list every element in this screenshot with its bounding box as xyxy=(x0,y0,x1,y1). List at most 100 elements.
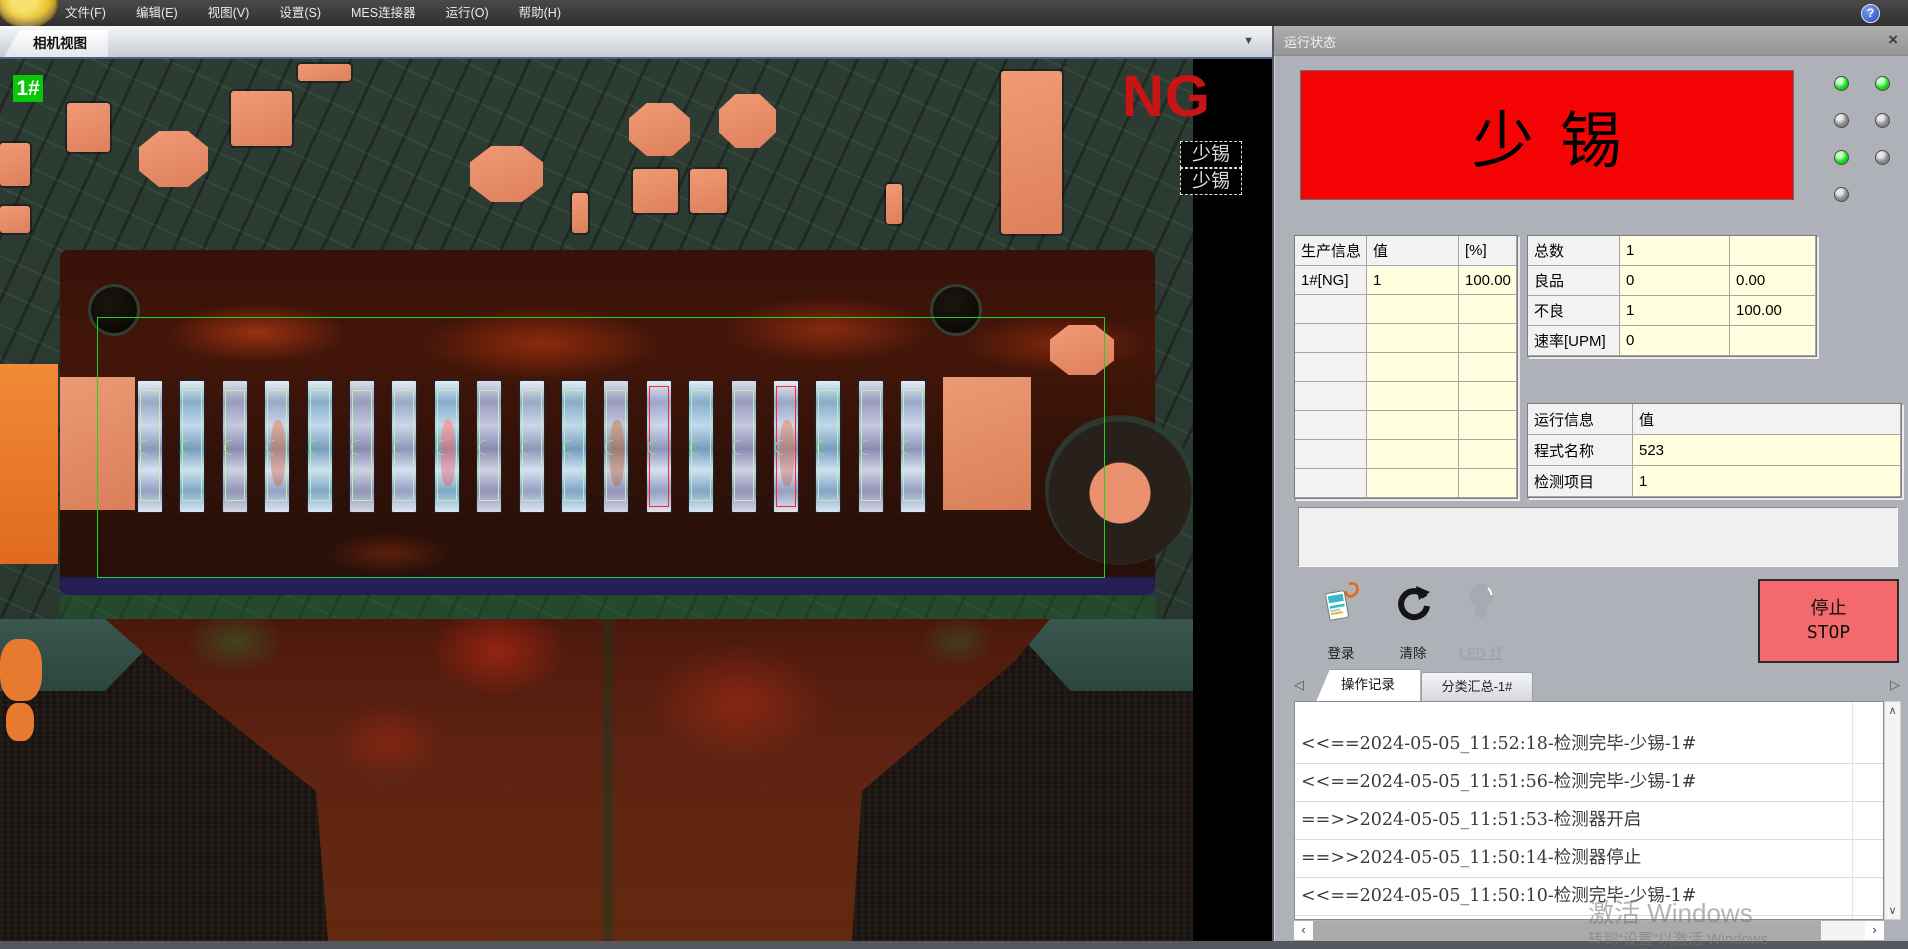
table-cell xyxy=(1295,353,1367,382)
tab-operation-log[interactable]: 操作记录 xyxy=(1316,669,1420,702)
tab-next-icon[interactable]: ▷ xyxy=(1890,677,1900,693)
table-cell xyxy=(1367,382,1459,411)
table-row: 生产信息值[%] xyxy=(1295,236,1517,266)
clear-button[interactable]: 清除 xyxy=(1382,580,1444,662)
log-entry[interactable]: ==>>2024-05-05_11:50:14-检测器停止 xyxy=(1295,840,1883,878)
log-entry[interactable]: ==>>2024-05-05_11:51:53-检测器开启 xyxy=(1295,802,1883,840)
panel-titlebar: 运行状态 × xyxy=(1274,26,1908,56)
tab-prev-icon[interactable]: ◁ xyxy=(1294,677,1304,693)
log-tabstrip: ◁ 操作记录 分类汇总-1# ▷ xyxy=(1290,669,1904,701)
table-cell: [%] xyxy=(1459,236,1517,266)
menu-item[interactable]: 运行(O) xyxy=(431,0,504,26)
panel-title: 运行状态 xyxy=(1284,32,1336,51)
status-indicator xyxy=(1834,150,1849,165)
table-cell xyxy=(1459,295,1517,324)
login-button[interactable]: 登录 xyxy=(1310,580,1372,662)
led-bulb-icon xyxy=(1461,580,1501,631)
menu-item[interactable]: 文件(F) xyxy=(50,0,121,26)
menu-item[interactable]: 视图(V) xyxy=(193,0,265,26)
copper-pad xyxy=(298,64,351,81)
list-column-divider xyxy=(1852,702,1853,919)
table-cell xyxy=(1459,440,1517,469)
log-entry[interactable]: <<==2024-05-05_11:51:56-检测完毕-少锡-1# xyxy=(1295,764,1883,802)
copper-pad xyxy=(690,169,727,213)
camera-number-badge: 1# xyxy=(13,75,43,102)
copper-fragment xyxy=(0,639,42,701)
login-icon xyxy=(1321,580,1361,631)
status-indicator xyxy=(1875,113,1890,128)
table-row xyxy=(1295,295,1517,324)
stop-label-en: STOP xyxy=(1807,621,1850,645)
table-cell xyxy=(1730,236,1816,266)
log-entry[interactable]: <<==2024-05-05_11:52:18-检测完毕-少锡-1# xyxy=(1295,726,1883,764)
table-cell: 生产信息 xyxy=(1295,236,1367,266)
status-indicator xyxy=(1834,113,1849,128)
scroll-left-icon[interactable]: ‹ xyxy=(1294,921,1313,940)
menu-item[interactable]: 编辑(E) xyxy=(121,0,193,26)
table-row: 速率[UPM]0 xyxy=(1528,326,1816,356)
table-cell: 523 xyxy=(1633,435,1901,466)
table-cell: 1 xyxy=(1620,296,1730,326)
clear-label: 清除 xyxy=(1400,642,1427,662)
status-indicator xyxy=(1875,76,1890,91)
table-cell xyxy=(1459,382,1517,411)
table-cell: 值 xyxy=(1633,404,1901,435)
camera-view: 1# NG 少锡 少锡 xyxy=(0,59,1272,941)
solder-mask-band xyxy=(60,595,1155,621)
menu-bar: 文件(F)编辑(E)视图(V)设置(S)MES连接器运行(O)帮助(H) xyxy=(0,0,1908,26)
message-box xyxy=(1298,507,1898,567)
clear-icon xyxy=(1393,580,1433,631)
table-row: 1#[NG]1100.00 xyxy=(1295,266,1517,295)
table-cell: 1 xyxy=(1367,266,1459,295)
table-cell xyxy=(1367,440,1459,469)
table-cell xyxy=(1459,411,1517,440)
menu-item[interactable]: 帮助(H) xyxy=(504,0,576,26)
tab-classification-summary[interactable]: 分类汇总-1# xyxy=(1421,672,1533,701)
stats-table: 总数1良品00.00不良1100.00速率[UPM]0 xyxy=(1527,235,1817,357)
close-icon[interactable]: × xyxy=(1888,30,1898,50)
help-icon[interactable]: ? xyxy=(1861,4,1880,23)
stop-button[interactable]: 停止 STOP xyxy=(1758,579,1899,663)
log-list: <<==2024-05-05_11:52:18-检测完毕-少锡-1#<<==20… xyxy=(1294,701,1884,920)
table-cell: 不良 xyxy=(1528,296,1620,326)
led-light-button[interactable]: LED 灯 xyxy=(1450,580,1512,662)
table-cell: 1#[NG] xyxy=(1295,266,1367,295)
table-cell xyxy=(1295,411,1367,440)
table-cell: 速率[UPM] xyxy=(1528,326,1620,356)
copper-pad xyxy=(629,103,690,156)
chevron-down-icon[interactable]: ▼ xyxy=(1243,35,1254,47)
production-table: 生产信息值[%]1#[NG]1100.00 xyxy=(1294,235,1518,499)
table-cell: 程式名称 xyxy=(1528,435,1633,466)
menu-item[interactable]: MES连接器 xyxy=(336,0,431,26)
table-row xyxy=(1295,469,1517,498)
table-cell xyxy=(1367,353,1459,382)
copper-fragment xyxy=(6,703,34,741)
copper-pad xyxy=(0,143,30,186)
flex-cable xyxy=(60,619,1155,941)
table-row: 检测项目1 xyxy=(1528,466,1901,497)
copper-pad xyxy=(572,193,588,233)
menu-item[interactable]: 设置(S) xyxy=(264,0,336,26)
defect-label: 少锡 xyxy=(1180,168,1242,195)
table-cell xyxy=(1367,469,1459,498)
pcb-bottom xyxy=(0,619,1193,941)
camera-tabstrip: 相机视图 ▼ xyxy=(0,26,1272,59)
copper-pad xyxy=(0,206,30,233)
scroll-right-icon[interactable]: › xyxy=(1865,921,1884,940)
status-indicator xyxy=(1834,187,1849,202)
tab-camera-view[interactable]: 相机视图 xyxy=(4,30,108,57)
copper-pad xyxy=(231,91,292,146)
table-row xyxy=(1295,440,1517,469)
table-row xyxy=(1295,411,1517,440)
copper-pad xyxy=(886,184,902,224)
pcb-image xyxy=(0,59,1193,941)
table-cell: 1 xyxy=(1633,466,1901,497)
table-cell: 检测项目 xyxy=(1528,466,1633,497)
menu-items: 文件(F)编辑(E)视图(V)设置(S)MES连接器运行(O)帮助(H) xyxy=(50,0,576,26)
vertical-scrollbar[interactable]: ∧ ∨ xyxy=(1884,701,1901,920)
table-cell: 1 xyxy=(1620,236,1730,266)
table-cell xyxy=(1295,382,1367,411)
inspection-roi xyxy=(97,317,1105,578)
scroll-down-icon[interactable]: ∨ xyxy=(1885,904,1900,917)
scroll-up-icon[interactable]: ∧ xyxy=(1885,704,1900,717)
